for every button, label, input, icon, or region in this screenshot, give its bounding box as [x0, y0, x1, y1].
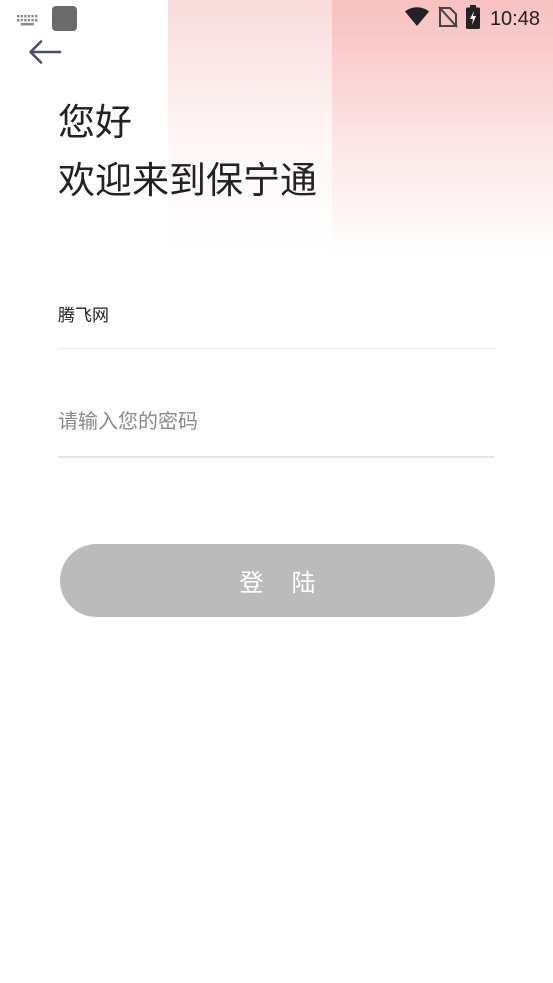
keyboard-icon	[16, 12, 39, 31]
greeting-hello: 您好	[58, 101, 132, 144]
password-input[interactable]	[58, 398, 495, 444]
app-square-icon	[52, 6, 77, 31]
battery-charging-icon	[465, 5, 480, 33]
login-button[interactable]: 登陆	[60, 544, 495, 617]
no-sim-icon	[438, 6, 458, 32]
password-field-container	[58, 398, 495, 458]
status-bar: 10:48	[0, 0, 553, 38]
back-button[interactable]	[24, 38, 66, 70]
arrow-left-icon	[28, 39, 62, 69]
username-field-container	[58, 290, 495, 349]
username-input[interactable]	[58, 290, 495, 336]
status-time: 10:48	[489, 7, 540, 30]
wifi-icon	[404, 7, 430, 31]
greeting-welcome: 欢迎来到保宁通	[58, 159, 317, 202]
status-bar-right: 10:48	[404, 5, 540, 33]
header-gradient-decoration	[168, 0, 553, 255]
